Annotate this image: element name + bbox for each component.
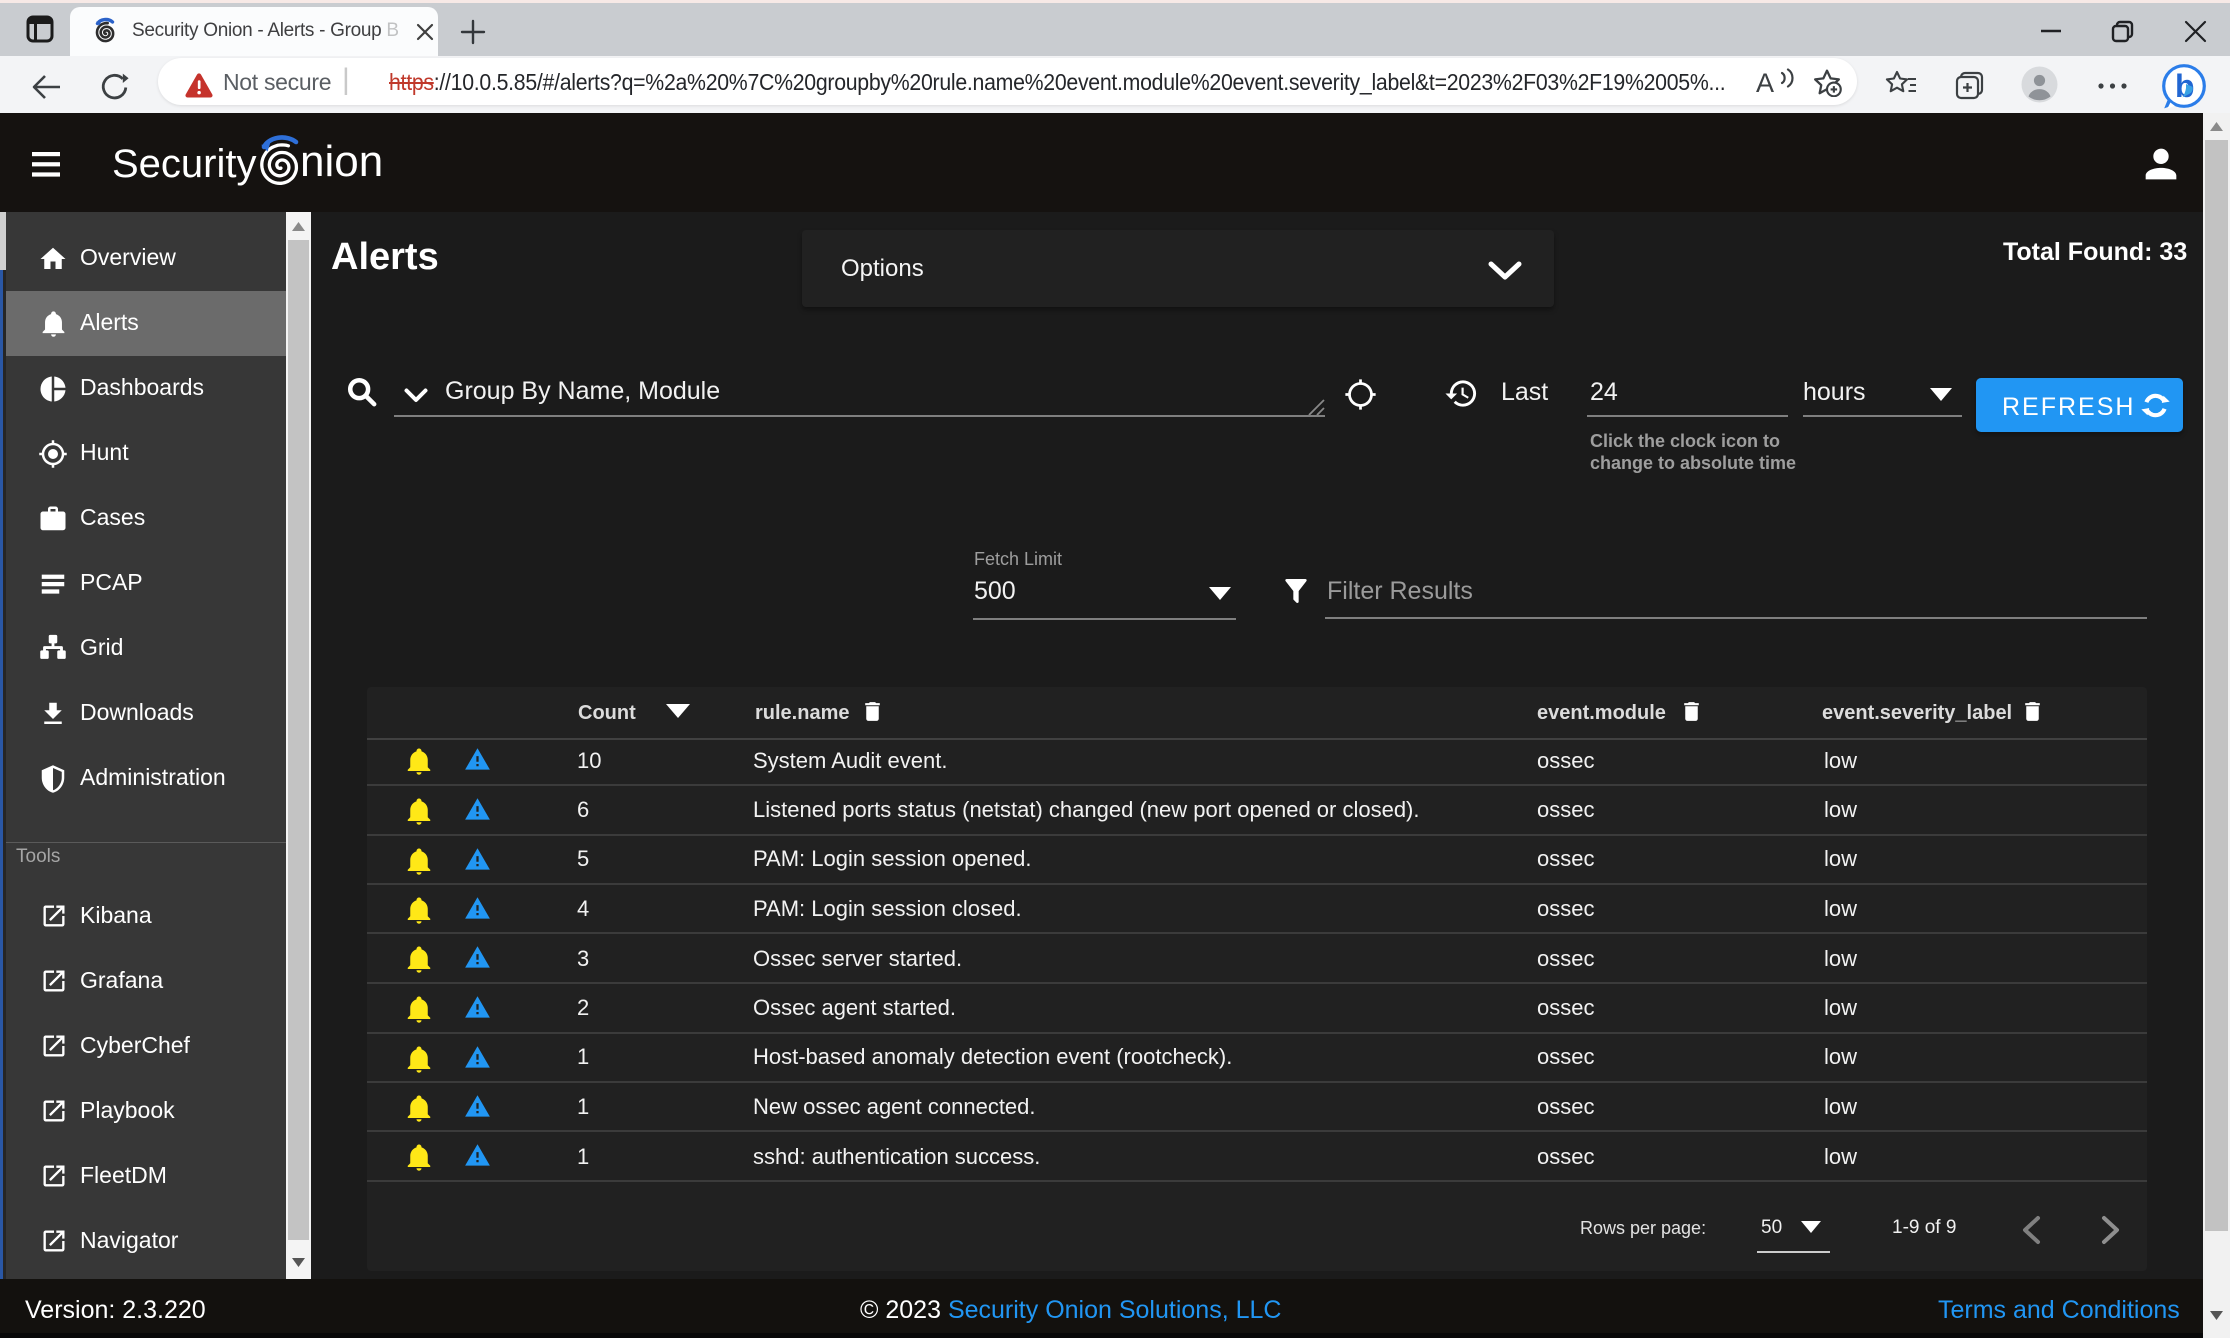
svg-text:b: b bbox=[2175, 68, 2195, 104]
